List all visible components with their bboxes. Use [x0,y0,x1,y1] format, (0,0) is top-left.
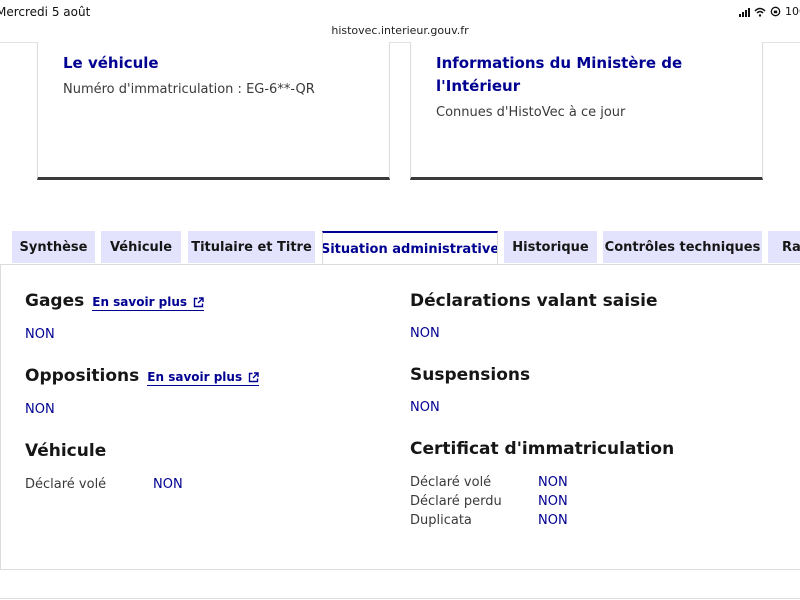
link-label: En savoir plus [92,295,188,309]
cert-duplicata-value: NON [538,513,568,528]
battery-percent: 100 [785,5,800,18]
tab-historique[interactable]: Historique [504,231,597,263]
declare-vole-value: NON [153,477,183,492]
card-text: Numéro d'immatriculation : EG-6**-QR [63,82,315,97]
tab-synthese[interactable]: Synthèse [12,231,95,263]
saisie-value: NON [410,326,440,341]
vehicle-card: Le véhicule Numéro d'immatriculation : E… [37,42,390,180]
oppositions-heading: Oppositions [25,366,140,386]
suspensions-value: NON [410,400,440,415]
gages-learn-more-link[interactable]: En savoir plus [92,295,205,311]
tab-rapport[interactable]: Rap [768,231,800,263]
rotation-lock-icon [770,6,781,17]
divider [0,598,800,599]
gages-section-title: Gages En savoir plus [25,291,205,311]
tab-situation-administrative[interactable]: Situation administrative [322,231,498,265]
card-title: Informations du Ministère de l'Intérieur [436,54,683,95]
status-bar: Mercredi 5 août 100 [0,0,800,22]
vehicule-section-title: Véhicule [25,441,107,461]
gages-heading: Gages [25,291,85,311]
tab-vehicule[interactable]: Véhicule [101,231,181,263]
tab-titulaire-et-titre[interactable]: Titulaire et Titre [188,231,315,263]
ministry-info-card: Informations du Ministère de l'Intérieur… [410,42,763,180]
cert-declare-perdu-label: Déclaré perdu [410,494,502,509]
gages-value: NON [25,327,55,342]
certificat-section-title: Certificat d'immatriculation [410,439,675,459]
card-title: Le véhicule [63,54,159,72]
wifi-icon [754,7,766,17]
oppositions-learn-more-link[interactable]: En savoir plus [147,370,260,386]
status-date: Mercredi 5 août [0,5,91,19]
tab-controles-techniques[interactable]: Contrôles techniques [603,231,762,263]
external-link-icon [193,296,204,307]
external-link-icon [248,371,259,382]
address-bar[interactable]: histovec.interieur.gouv.fr [0,24,800,37]
cert-declare-perdu-value: NON [538,494,568,509]
cert-duplicata-label: Duplicata [410,513,472,528]
link-label: En savoir plus [147,370,243,384]
cert-declare-vole-value: NON [538,475,568,490]
oppositions-section-title: Oppositions En savoir plus [25,366,260,386]
suspensions-section-title: Suspensions [410,365,531,385]
oppositions-value: NON [25,402,55,417]
status-icons: 100 [739,5,800,18]
cellular-signal-icon [739,7,750,17]
tab-bar: Synthèse Véhicule Titulaire et Titre Sit… [0,231,800,265]
saisie-section-title: Déclarations valant saisie [410,291,658,311]
card-text: Connues d'HistoVec à ce jour [436,105,626,120]
cert-declare-vole-label: Déclaré volé [410,475,492,490]
declare-vole-label: Déclaré volé [25,477,107,492]
